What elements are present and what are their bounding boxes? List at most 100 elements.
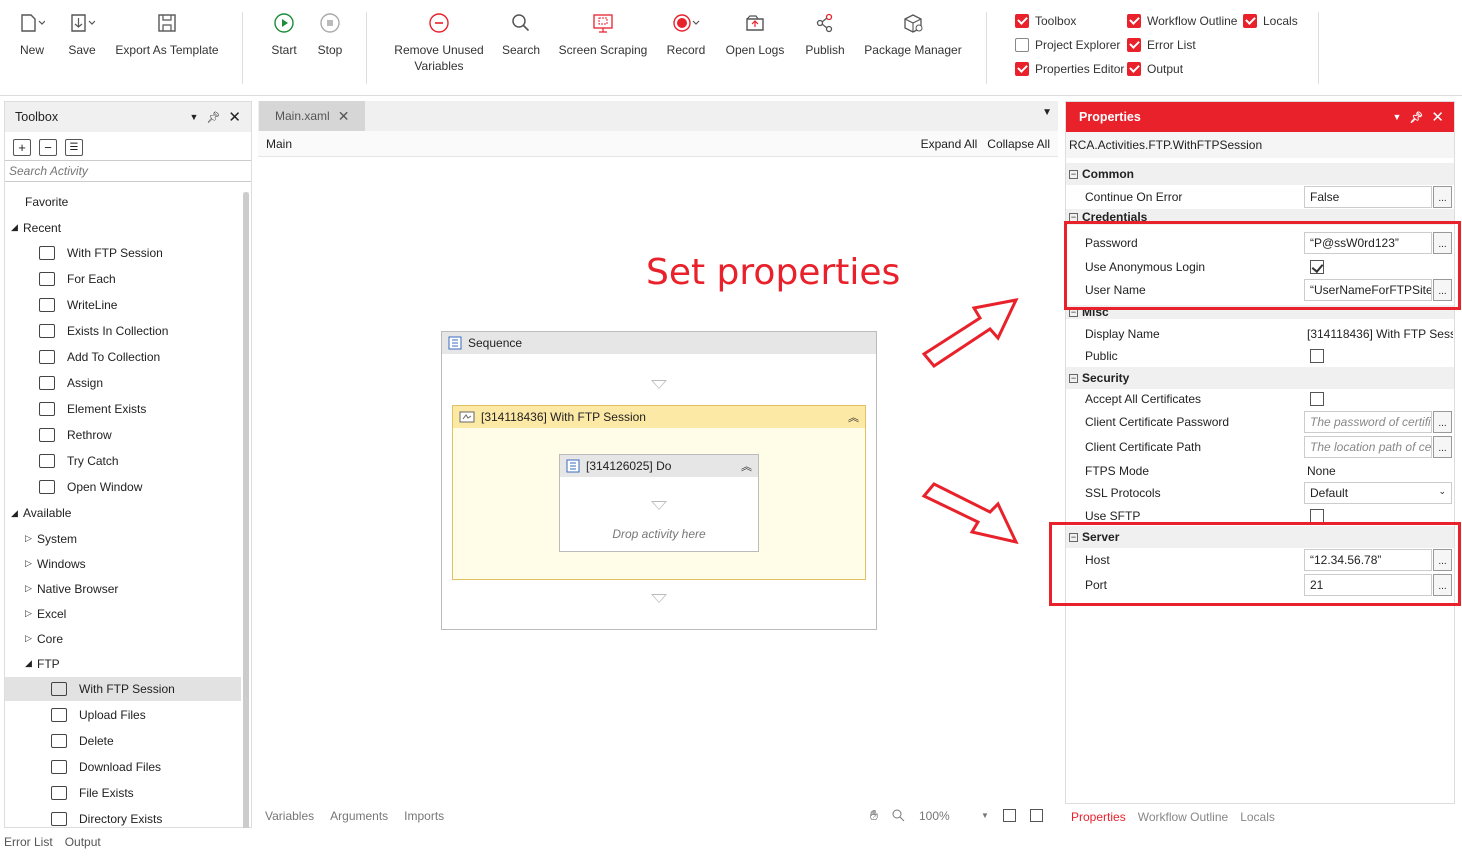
use-sftp-checkbox[interactable] — [1310, 509, 1324, 523]
properties-editor-checkbox[interactable]: Properties Editor — [1015, 60, 1124, 78]
tree-ftp-item[interactable]: With FTP Session — [5, 677, 241, 701]
close-icon[interactable]: ✕ — [1431, 108, 1444, 126]
tree-ftp-item[interactable]: Upload Files — [5, 703, 241, 727]
expanded-arrow-icon[interactable]: ◢ — [11, 508, 23, 519]
dropdown-icon[interactable]: ▼ — [1393, 112, 1402, 122]
collapsed-arrow-icon[interactable]: ▷ — [25, 533, 37, 544]
breadcrumb[interactable]: Main — [266, 137, 292, 151]
accept-certificates-checkbox[interactable] — [1310, 392, 1324, 406]
project-explorer-checkbox[interactable]: Project Explorer — [1015, 36, 1120, 54]
dropdown-icon[interactable]: ▼ — [190, 112, 199, 122]
expanded-arrow-icon[interactable]: ◢ — [25, 658, 37, 669]
tab-locals[interactable]: Locals — [1240, 810, 1275, 824]
collapse-box-icon[interactable]: − — [1069, 169, 1078, 179]
locals-checkbox[interactable]: Locals — [1243, 12, 1298, 30]
tree-ftp-item[interactable]: Delete — [5, 729, 241, 753]
record-button[interactable]: Record — [664, 10, 708, 58]
search-activity-input[interactable] — [5, 160, 251, 182]
category-security[interactable]: − Security — [1066, 367, 1454, 389]
package-manager-button[interactable]: Package Manager — [862, 10, 964, 58]
close-tab-icon[interactable]: ✕ — [338, 108, 350, 125]
new-button[interactable]: New — [14, 10, 50, 58]
tree-recent-item[interactable]: Open Window — [5, 475, 241, 499]
fit-screen-icon[interactable] — [1002, 809, 1016, 822]
screen-scraping-button[interactable]: Screen Scraping — [556, 10, 650, 58]
start-button[interactable]: Start — [266, 10, 302, 58]
client-certificate-password-field[interactable]: The password of certificate — [1304, 411, 1432, 433]
collapsed-arrow-icon[interactable]: ▷ — [25, 633, 37, 644]
pan-hand-icon[interactable]: ✋︎ — [870, 807, 878, 824]
list-view-icon[interactable]: ☰ — [65, 139, 83, 156]
collapse-chevron-icon[interactable]: ︽ — [848, 409, 859, 425]
category-common[interactable]: − Common — [1066, 163, 1454, 185]
arguments-tab[interactable]: Arguments — [330, 809, 388, 823]
error-list-checkbox[interactable]: Error List — [1127, 36, 1196, 54]
ellipsis-button[interactable]: ... — [1433, 436, 1452, 458]
collapsed-arrow-icon[interactable]: ▷ — [25, 558, 37, 569]
toolbox-checkbox[interactable]: Toolbox — [1015, 12, 1076, 30]
display-name-field[interactable]: [314118436] With FTP Session — [1307, 327, 1453, 341]
remove-unused-variables-button[interactable]: Remove Unused Variables — [390, 10, 488, 74]
zoom-icon[interactable] — [892, 809, 905, 822]
stop-button[interactable]: Stop — [312, 10, 348, 58]
zoom-dropdown-icon[interactable]: ▼ — [981, 811, 989, 820]
close-icon[interactable]: ✕ — [228, 108, 241, 126]
expand-all-icon[interactable]: + — [13, 139, 31, 156]
search-button[interactable]: Search — [500, 10, 542, 58]
continue-on-error-field[interactable]: False — [1304, 186, 1432, 208]
output-checkbox[interactable]: Output — [1127, 60, 1183, 78]
with-ftp-session-activity[interactable]: [314118436] With FTP Session ︽ [31412602… — [452, 405, 866, 580]
tree-group[interactable]: ▷ Native Browser — [5, 577, 241, 601]
tab-main-xaml[interactable]: Main.xaml ✕ — [259, 101, 365, 131]
tree-ftp-item[interactable]: Download Files — [5, 755, 241, 779]
tree-group[interactable]: ▷ Excel — [5, 602, 241, 626]
tree-recent-item[interactable]: With FTP Session — [5, 241, 241, 265]
collapse-chevron-icon[interactable]: ︽ — [741, 458, 752, 474]
client-certificate-path-field[interactable]: The location path of certificate — [1304, 436, 1432, 458]
tree-recent-item[interactable]: Try Catch — [5, 449, 241, 473]
pin-icon[interactable]: 📌︎ — [1409, 111, 1423, 124]
collapse-box-icon[interactable]: − — [1069, 373, 1078, 383]
collapsed-arrow-icon[interactable]: ▷ — [25, 608, 37, 619]
tree-recent[interactable]: ◢ Recent — [5, 216, 241, 240]
ftps-mode-field[interactable]: None — [1307, 464, 1336, 478]
collapse-all-link[interactable]: Collapse All — [987, 137, 1050, 151]
expand-all-link[interactable]: Expand All — [921, 137, 978, 151]
tab-properties[interactable]: Properties — [1071, 810, 1126, 824]
variables-tab[interactable]: Variables — [265, 809, 314, 823]
export-template-button[interactable]: Export As Template — [112, 10, 222, 58]
tab-overflow-icon[interactable]: ▼ — [1042, 107, 1052, 118]
collapse-all-icon[interactable]: − — [39, 139, 57, 156]
tree-group[interactable]: ▷ Windows — [5, 552, 241, 576]
overview-icon[interactable] — [1029, 809, 1043, 822]
open-logs-button[interactable]: Open Logs — [722, 10, 788, 58]
zoom-level[interactable]: 100% — [919, 809, 967, 823]
expanded-arrow-icon[interactable]: ◢ — [11, 222, 23, 233]
collapsed-arrow-icon[interactable]: ▷ — [25, 583, 37, 594]
save-button[interactable]: Save — [64, 10, 100, 58]
ellipsis-button[interactable]: ... — [1433, 186, 1452, 208]
do-activity[interactable]: [314126025] Do ︽ Drop activity here — [559, 454, 759, 552]
tree-ftp[interactable]: ◢ FTP — [5, 652, 241, 676]
imports-tab[interactable]: Imports — [404, 809, 444, 823]
tree-favorite[interactable]: Favorite — [5, 190, 241, 214]
ellipsis-button[interactable]: ... — [1433, 411, 1452, 433]
publish-button[interactable]: Publish — [802, 10, 848, 58]
tree-recent-item[interactable]: Exists In Collection — [5, 319, 241, 343]
public-checkbox[interactable] — [1310, 349, 1324, 363]
tree-group[interactable]: ▷ Core — [5, 627, 241, 651]
toolbox-scrollbar[interactable] — [243, 192, 249, 832]
tree-recent-item[interactable]: Element Exists — [5, 397, 241, 421]
tree-recent-item[interactable]: For Each — [5, 267, 241, 291]
tree-recent-item[interactable]: WriteLine — [5, 293, 241, 317]
tree-available[interactable]: ◢ Available — [5, 501, 241, 525]
sequence-activity[interactable]: Sequence [314118436] With FTP Session ︽ … — [441, 331, 877, 630]
tree-recent-item[interactable]: Add To Collection — [5, 345, 241, 369]
workflow-outline-checkbox[interactable]: Workflow Outline — [1127, 12, 1237, 30]
output-tab[interactable]: Output — [65, 835, 101, 849]
pin-icon[interactable]: 📌︎ — [206, 111, 220, 124]
tree-ftp-item[interactable]: File Exists — [5, 781, 241, 805]
error-list-tab[interactable]: Error List — [4, 835, 53, 849]
tree-recent-item[interactable]: Assign — [5, 371, 241, 395]
tree-recent-item[interactable]: Rethrow — [5, 423, 241, 447]
